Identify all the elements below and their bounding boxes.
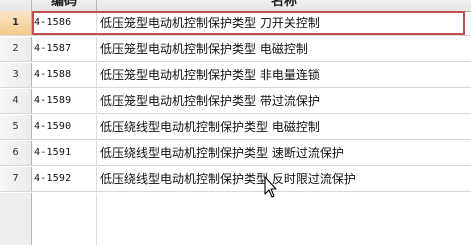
cell-name[interactable]: 低压绕线型电动机控制保护类型 反时限过流保护: [97, 167, 471, 191]
header-corner[interactable]: [0, 0, 32, 11]
cell-name[interactable]: 低压笼型电动机控制保护类型 带过流保护: [97, 89, 471, 113]
cell-name[interactable]: 低压笼型电动机控制保护类型 刀开关控制: [97, 11, 471, 35]
row-number[interactable]: 1: [0, 11, 32, 35]
cell-code[interactable]: 4-1590: [32, 115, 97, 139]
column-header-code[interactable]: 编码: [32, 0, 97, 11]
cell-name[interactable]: 低压笼型电动机控制保护类型 电磁控制: [97, 37, 471, 61]
empty-row-header: [0, 193, 32, 245]
row-number[interactable]: 7: [0, 167, 32, 191]
cell-name[interactable]: 低压绕线型电动机控制保护类型 速断过流保护: [97, 141, 471, 165]
table-row[interactable]: 4 4-1589 低压笼型电动机控制保护类型 带过流保护: [0, 89, 471, 114]
row-number[interactable]: 2: [0, 37, 32, 61]
table-row[interactable]: 3 4-1588 低压笼型电动机控制保护类型 非电量连锁: [0, 63, 471, 88]
row-number[interactable]: 4: [0, 89, 32, 113]
cell-name[interactable]: 低压笼型电动机控制保护类型 非电量连锁: [97, 63, 471, 87]
cell-code[interactable]: 4-1589: [32, 89, 97, 113]
data-grid: 编码 名称 1 4-1586 低压笼型电动机控制保护类型 刀开关控制 2 4-1…: [0, 0, 471, 245]
cell-code[interactable]: 4-1588: [32, 63, 97, 87]
table-row[interactable]: 6 4-1591 低压绕线型电动机控制保护类型 速断过流保护: [0, 141, 471, 166]
cell-code[interactable]: 4-1587: [32, 37, 97, 61]
table-row[interactable]: 7 4-1592 低压绕线型电动机控制保护类型 反时限过流保护: [0, 167, 471, 192]
cell-name[interactable]: 低压绕线型电动机控制保护类型 电磁控制: [97, 115, 471, 139]
cell-code[interactable]: 4-1591: [32, 141, 97, 165]
row-number[interactable]: 6: [0, 141, 32, 165]
mouse-pointer-icon: [264, 176, 278, 200]
table-row[interactable]: 5 4-1590 低压绕线型电动机控制保护类型 电磁控制: [0, 115, 471, 140]
table-row[interactable]: 1 4-1586 低压笼型电动机控制保护类型 刀开关控制: [0, 11, 471, 36]
column-divider: [96, 193, 97, 245]
table-row[interactable]: 2 4-1587 低压笼型电动机控制保护类型 电磁控制: [0, 37, 471, 62]
cell-code[interactable]: 4-1592: [32, 167, 97, 191]
column-header-name[interactable]: 名称: [97, 0, 471, 11]
row-number[interactable]: 5: [0, 115, 32, 139]
empty-grid-area[interactable]: [0, 193, 471, 245]
row-number[interactable]: 3: [0, 63, 32, 87]
cell-code[interactable]: 4-1586: [32, 11, 97, 35]
